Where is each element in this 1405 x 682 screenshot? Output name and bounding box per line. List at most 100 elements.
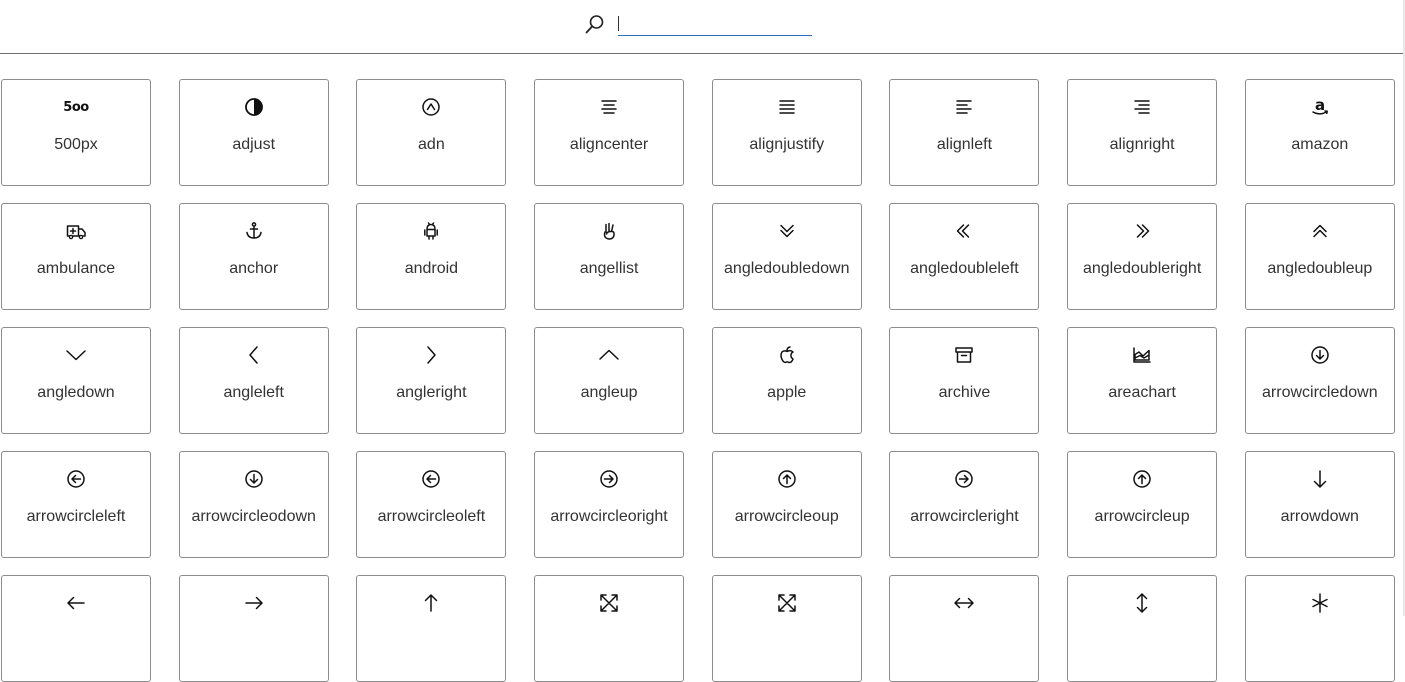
icon-tile[interactable]: arrowcircleoright — [534, 451, 685, 558]
arrow-circle-o-down-icon — [243, 468, 265, 490]
angle-double-up-icon — [1309, 220, 1331, 242]
text-cursor — [618, 16, 619, 31]
icon-tile[interactable]: arrowcircleup — [1067, 451, 1218, 558]
icon-tile[interactable]: arrowcircleoleft — [356, 451, 507, 558]
area-chart-icon — [1131, 344, 1153, 366]
archive-icon — [953, 344, 975, 366]
icon-tile[interactable] — [1, 575, 151, 682]
icon-tile[interactable]: areachart — [1067, 327, 1218, 434]
icon-label: adn — [418, 136, 445, 153]
icon-tile[interactable]: angellist — [534, 203, 685, 310]
icon-label: android — [404, 260, 459, 277]
svg-text:a: a — [1315, 96, 1325, 114]
icon-tile[interactable]: apple — [711, 327, 862, 434]
icon-tile[interactable] — [534, 575, 685, 682]
icon-label: angleright — [396, 384, 467, 401]
icon-tile[interactable]: angleleft — [178, 327, 329, 434]
expand-arrows-alt-icon — [776, 592, 798, 614]
icon-tile[interactable]: arrowcircleoup — [711, 451, 862, 558]
icon-tile[interactable] — [356, 575, 507, 682]
icon-grid: 5oo 500px adjust adn aligncenter alignjustify… — [1, 79, 1395, 682]
icon-tile[interactable]: alignjustify — [711, 79, 862, 186]
icon-tile[interactable]: alignright — [1067, 79, 1218, 186]
arrow-circle-up-icon — [1131, 468, 1153, 490]
angellist-icon — [598, 220, 620, 242]
icon-tile[interactable]: android — [356, 203, 507, 310]
align-left-icon — [953, 96, 975, 118]
arrow-circle-o-up-icon — [776, 468, 798, 490]
icon-label: angledoubleup — [1267, 260, 1373, 277]
icon-tile[interactable] — [178, 575, 329, 682]
icon-label: angledoubleleft — [910, 260, 1019, 277]
anchor-icon — [243, 220, 265, 242]
arrow-circle-left-icon — [65, 468, 87, 490]
icon-label: alignjustify — [749, 136, 825, 153]
icon-tile[interactable]: angleup — [534, 327, 685, 434]
icon-tile[interactable]: arrowdown — [1244, 451, 1395, 558]
expand-arrows-icon — [598, 592, 620, 614]
amazon-icon: a — [1309, 96, 1331, 118]
icon-tile[interactable] — [1067, 575, 1218, 682]
adjust-icon — [243, 96, 265, 118]
icon-label: angledoubleright — [1082, 260, 1202, 277]
angle-down-icon — [65, 344, 87, 366]
adn-icon — [420, 96, 442, 118]
icon-tile[interactable]: archive — [889, 327, 1040, 434]
icon-label: arrowcircleoup — [734, 508, 839, 525]
icon-tile[interactable]: aligncenter — [534, 79, 685, 186]
arrow-left-icon — [65, 592, 87, 614]
icon-tile[interactable] — [889, 575, 1040, 682]
icon-label: 500px — [54, 136, 98, 153]
arrow-circle-down-icon — [1309, 344, 1331, 366]
icon-tile[interactable]: arrowcircleright — [889, 451, 1040, 558]
icon-tile[interactable] — [711, 575, 862, 682]
icon-tile[interactable]: angledoubleleft — [889, 203, 1040, 310]
icon-tile[interactable]: angledoubleright — [1067, 203, 1218, 310]
icon-tile[interactable]: arrowcircledown — [1244, 327, 1395, 434]
icon-label: adjust — [232, 136, 276, 153]
align-right-icon — [1131, 96, 1153, 118]
icon-label: amazon — [1291, 136, 1349, 153]
arrow-down-icon — [1309, 468, 1331, 490]
icon-tile[interactable]: angledown — [1, 327, 151, 434]
search-icon[interactable] — [584, 13, 606, 35]
icon-label: angleleft — [223, 384, 284, 401]
icon-tile[interactable] — [1244, 575, 1395, 682]
icon-label: arrowcircleleft — [26, 508, 126, 525]
icon-label: alignleft — [936, 136, 993, 153]
icon-tile[interactable]: adjust — [178, 79, 329, 186]
icon-tile[interactable]: anchor — [178, 203, 329, 310]
angle-double-left-icon — [953, 220, 975, 242]
icon-tile[interactable]: a amazon — [1244, 79, 1395, 186]
icon-tile[interactable]: arrowcircleodown — [178, 451, 329, 558]
align-center-icon — [598, 96, 620, 118]
icon-label: arrowcircleoleft — [377, 508, 486, 525]
icon-label: apple — [767, 384, 807, 401]
search-bar — [0, 0, 1403, 54]
icon-label: arrowcircleodown — [191, 508, 316, 525]
angle-left-icon — [243, 344, 265, 366]
arrows-horizontal-icon — [953, 592, 975, 614]
icon-tile[interactable]: angledoubleup — [1244, 203, 1395, 310]
icon-label: alignright — [1109, 136, 1175, 153]
angle-up-icon — [598, 344, 620, 366]
icon-tile[interactable]: angleright — [356, 327, 507, 434]
align-justify-icon — [776, 96, 798, 118]
icon-tile[interactable]: 5oo 500px — [1, 79, 151, 186]
arrow-up-icon — [420, 592, 442, 614]
android-icon — [420, 220, 442, 242]
arrows-vertical-icon — [1131, 592, 1153, 614]
icon-tile[interactable]: alignleft — [889, 79, 1040, 186]
icon-tile[interactable]: adn — [356, 79, 507, 186]
icon-label: anchor — [229, 260, 279, 277]
icon-tile[interactable]: arrowcircleleft — [1, 451, 151, 558]
ambulance-icon — [65, 220, 87, 242]
fivehundredpx-icon: 5oo — [63, 99, 89, 115]
icon-tile[interactable]: ambulance — [1, 203, 151, 310]
icon-label: angleup — [580, 384, 638, 401]
icon-label: ambulance — [36, 260, 116, 277]
icon-tile[interactable]: angledoubledown — [711, 203, 862, 310]
search-input[interactable] — [618, 12, 812, 36]
apple-icon — [776, 344, 798, 366]
icon-label: arrowcircleoright — [550, 508, 668, 525]
